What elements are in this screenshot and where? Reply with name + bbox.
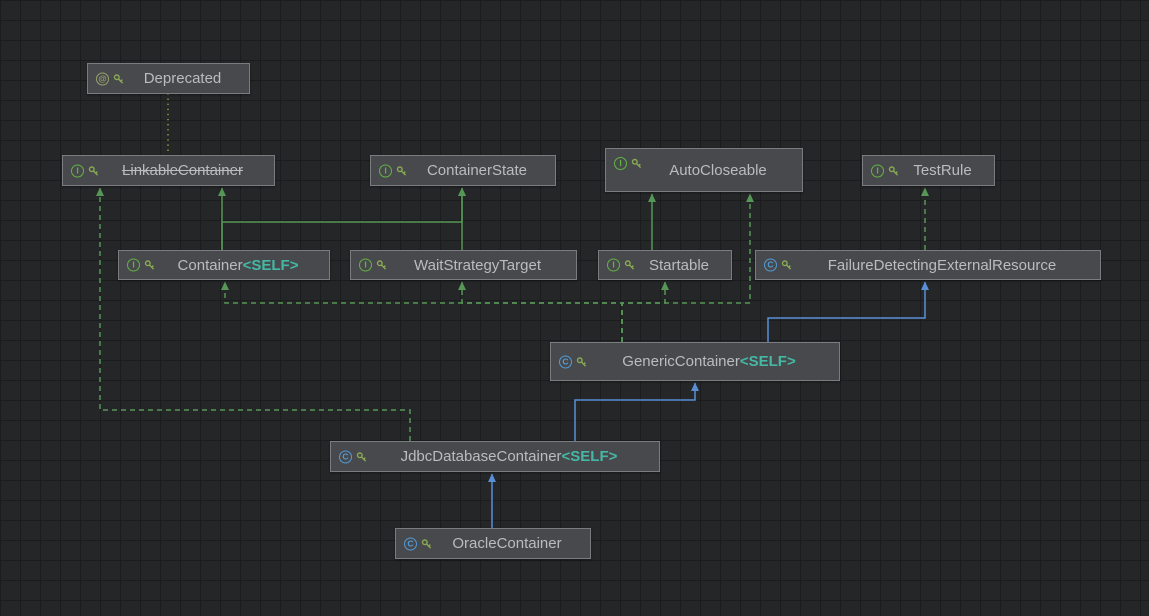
node-startable[interactable]: I Startable: [598, 250, 732, 280]
interface-icon: I: [359, 258, 372, 272]
generic-type-param: <SELF>: [739, 353, 796, 370]
node-failure-detecting-external-resource[interactable]: C FailureDetectingExternalResource: [755, 250, 1101, 280]
node-label: AutoCloseable: [669, 161, 767, 179]
node-label: OracleContainer: [452, 535, 562, 552]
node-deprecated[interactable]: @ Deprecated: [87, 63, 250, 94]
edge-jdbc-database-container-extends-generic-container[interactable]: [574, 382, 699, 441]
generic-type-param: <SELF>: [242, 256, 299, 274]
key-icon: [88, 165, 99, 176]
interface-icon: I: [127, 258, 140, 272]
node-icons: C: [559, 355, 587, 368]
node-icons: C: [404, 537, 432, 550]
node-label: Startable: [648, 256, 710, 274]
node-test-rule[interactable]: I TestRule: [862, 155, 995, 186]
node-icons: I: [379, 164, 407, 177]
node-wait-strategy-target[interactable]: I WaitStrategyTarget: [350, 250, 577, 280]
class-icon: C: [764, 258, 777, 272]
node-icons: @: [96, 72, 124, 85]
class-icon: C: [559, 355, 572, 368]
key-icon: [113, 73, 124, 84]
key-icon: [576, 356, 587, 367]
key-icon: [356, 451, 367, 462]
edge-generic-container-implements-container[interactable]: [221, 281, 623, 342]
key-icon: [421, 538, 432, 549]
node-generic-container[interactable]: C GenericContainer <SELF>: [550, 342, 840, 381]
key-icon: [624, 260, 635, 270]
interface-icon: I: [607, 258, 620, 272]
key-icon: [631, 158, 642, 169]
node-oracle-container[interactable]: C OracleContainer: [395, 528, 591, 559]
node-jdbc-database-container[interactable]: C JdbcDatabaseContainer <SELF>: [330, 441, 660, 472]
interface-icon: I: [379, 164, 392, 177]
annotation-icon: @: [96, 72, 109, 85]
diagram-canvas[interactable]: @ Deprecated I LinkableContainer I Conta…: [0, 0, 1149, 616]
node-container[interactable]: I Container <SELF>: [118, 250, 330, 280]
key-icon: [396, 165, 407, 176]
interface-icon: I: [71, 164, 84, 177]
node-container-state[interactable]: I ContainerState: [370, 155, 556, 186]
key-icon: [376, 260, 387, 270]
node-label: WaitStrategyTarget: [414, 256, 541, 274]
node-icons: I: [71, 164, 99, 177]
node-linkable-container[interactable]: I LinkableContainer: [62, 155, 275, 186]
node-label: LinkableContainer: [122, 162, 243, 179]
class-icon: C: [404, 537, 417, 550]
key-icon: [888, 165, 899, 176]
node-icons: I: [614, 157, 642, 170]
edge-generic-container-extends-failure-detecting-external-resource[interactable]: [767, 281, 929, 342]
node-label: Deprecated: [143, 70, 222, 87]
node-label: Container <SELF>: [177, 256, 299, 274]
node-icons: I: [871, 164, 899, 177]
node-auto-closeable[interactable]: I AutoCloseable: [605, 148, 803, 192]
node-label: ContainerState: [426, 162, 528, 179]
class-icon: C: [339, 450, 352, 463]
edge-jdbc-database-container-implements-linkable-container[interactable]: [96, 187, 411, 441]
edge-container-extends-container-state[interactable]: [221, 187, 466, 250]
node-label: TestRule: [913, 162, 972, 179]
node-label: FailureDetectingExternalResource: [827, 256, 1057, 274]
key-icon: [781, 260, 792, 270]
node-label: JdbcDatabaseContainer <SELF>: [400, 448, 618, 465]
node-icons: I: [607, 258, 635, 272]
node-icons: C: [764, 258, 792, 272]
interface-icon: I: [871, 164, 884, 177]
edge-generic-container-implements-wait-strategy-target[interactable]: [458, 281, 623, 342]
node-icons: I: [127, 258, 155, 272]
edge-generic-container-implements-startable[interactable]: [621, 281, 669, 342]
interface-icon: I: [614, 157, 627, 170]
node-icons: I: [359, 258, 387, 272]
key-icon: [144, 260, 155, 270]
generic-type-param: <SELF>: [561, 448, 618, 465]
node-icons: C: [339, 450, 367, 463]
node-label: GenericContainer <SELF>: [622, 353, 796, 370]
